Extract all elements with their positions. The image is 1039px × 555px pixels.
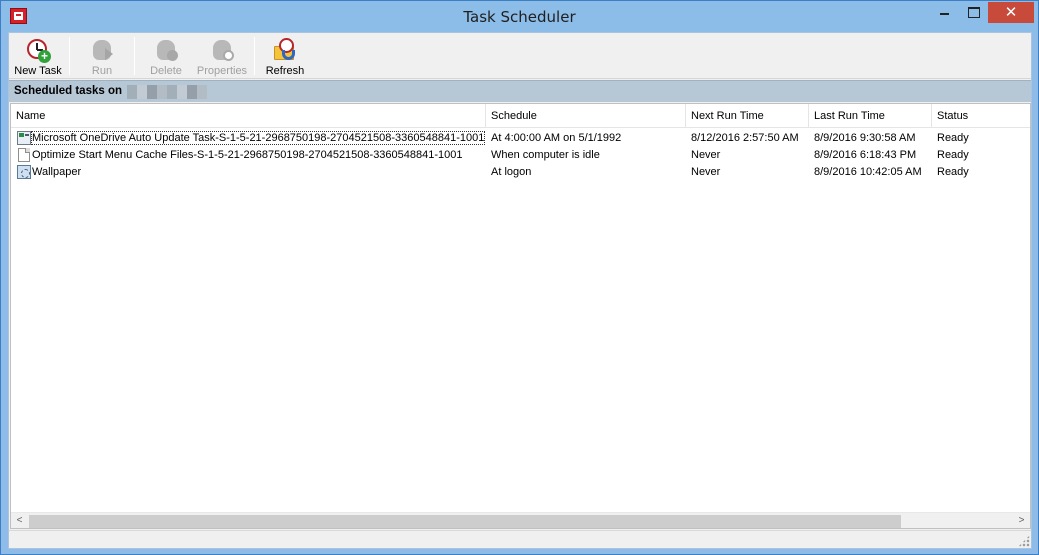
title-bar[interactable]: Task Scheduler ✕ [1, 1, 1038, 32]
run-button[interactable]: Run [75, 36, 129, 78]
new-task-button[interactable]: + New Task [11, 36, 65, 78]
task-next-run: Never [691, 166, 721, 178]
column-header-row: Name Schedule Next Run Time Last Run Tim… [11, 104, 1030, 128]
client-area: + New Task Run Delete Properties Refresh… [8, 32, 1032, 549]
task-list[interactable]: Name Schedule Next Run Time Last Run Tim… [10, 103, 1031, 529]
redacted-computer-name [127, 85, 207, 99]
scheduled-tasks-label: Scheduled tasks on [14, 85, 123, 97]
delete-icon [154, 38, 178, 62]
task-name: Microsoft OneDrive Auto Update Task-S-1-… [30, 131, 486, 145]
refresh-button[interactable]: Refresh [260, 36, 310, 78]
toolbar: + New Task Run Delete Properties Refresh [9, 33, 1031, 79]
task-status: Ready [937, 166, 969, 178]
properties-label: Properties [196, 65, 248, 77]
column-header-name[interactable]: Name [11, 104, 486, 128]
task-scheduler-window: Task Scheduler ✕ + New Task Run Delete P… [0, 0, 1039, 555]
table-row[interactable]: Wallpaper At logon Never 8/9/2016 10:42:… [11, 164, 1030, 181]
scroll-left-arrow-icon[interactable]: < [11, 513, 28, 528]
delete-button[interactable]: Delete [140, 36, 192, 78]
task-next-run: 8/12/2016 2:57:50 AM [691, 132, 799, 144]
minimize-button[interactable] [931, 2, 958, 23]
properties-icon [210, 38, 234, 62]
task-last-run: 8/9/2016 6:18:43 PM [814, 149, 917, 161]
task-schedule: At logon [491, 166, 532, 178]
horizontal-scrollbar[interactable]: < > [11, 512, 1030, 528]
delete-label: Delete [150, 65, 182, 77]
close-button[interactable]: ✕ [988, 2, 1034, 23]
close-icon: ✕ [1004, 3, 1018, 21]
task-schedule: At 4:00:00 AM on 5/1/1992 [491, 132, 622, 144]
new-task-icon: + [26, 38, 51, 63]
run-icon [90, 38, 114, 62]
toolbar-separator [69, 37, 70, 75]
task-last-run: 8/9/2016 10:42:05 AM [814, 166, 922, 178]
column-header-last-run-time[interactable]: Last Run Time [809, 104, 932, 128]
column-header-status[interactable]: Status [932, 104, 1030, 128]
scroll-right-arrow-icon[interactable]: > [1013, 513, 1030, 528]
task-next-run: Never [691, 149, 721, 161]
task-name: Optimize Start Menu Cache Files-S-1-5-21… [32, 149, 463, 161]
column-header-next-run-time[interactable]: Next Run Time [686, 104, 809, 128]
scrollbar-thumb[interactable] [29, 515, 901, 528]
task-icon [17, 131, 31, 145]
toolbar-separator [134, 37, 135, 75]
wallpaper-icon [17, 165, 31, 179]
status-bar [9, 530, 1031, 548]
document-icon [18, 148, 30, 162]
scheduled-tasks-header: Scheduled tasks on [9, 80, 1031, 102]
run-label: Run [91, 65, 113, 77]
maximize-button[interactable] [959, 2, 986, 23]
toolbar-separator [254, 37, 255, 75]
new-task-label: New Task [14, 65, 62, 77]
task-status: Ready [937, 149, 969, 161]
task-name: Wallpaper [32, 166, 82, 178]
column-header-schedule[interactable]: Schedule [486, 104, 686, 128]
refresh-label: Refresh [265, 65, 305, 77]
task-status: Ready [937, 132, 969, 144]
resize-grip-icon[interactable] [1018, 535, 1030, 547]
properties-button[interactable]: Properties [194, 36, 250, 78]
task-last-run: 8/9/2016 9:30:58 AM [814, 132, 916, 144]
task-schedule: When computer is idle [491, 149, 600, 161]
refresh-icon [273, 38, 297, 62]
window-title: Task Scheduler [463, 8, 576, 26]
table-row[interactable]: Microsoft OneDrive Auto Update Task-S-1-… [11, 130, 1030, 147]
table-row[interactable]: Optimize Start Menu Cache Files-S-1-5-21… [11, 147, 1030, 164]
